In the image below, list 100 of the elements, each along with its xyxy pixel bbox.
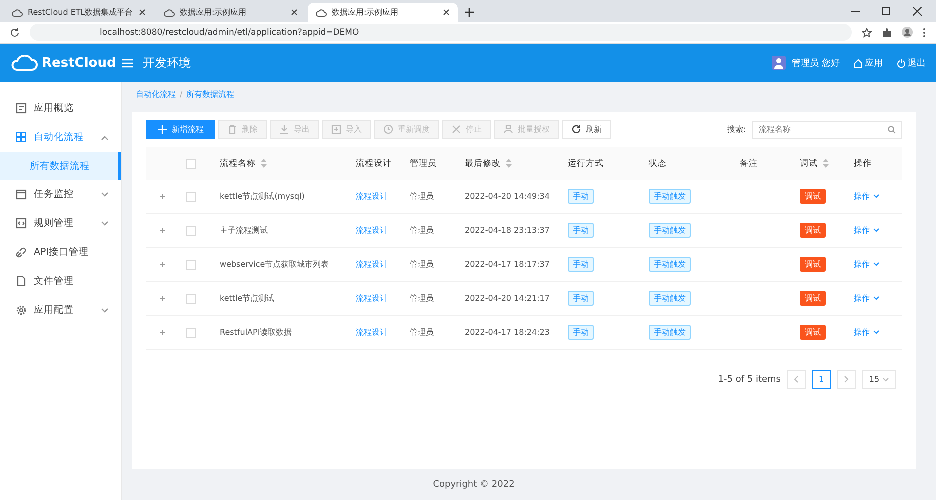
- sidebar-item[interactable]: 规则管理: [0, 209, 121, 238]
- close-icon[interactable]: [291, 9, 298, 16]
- star-icon[interactable]: [862, 28, 872, 38]
- sidebar-item[interactable]: 应用概览: [0, 94, 121, 123]
- breadcrumb-link[interactable]: 自动化流程: [136, 88, 176, 100]
- toolbar-button[interactable]: 刷新: [562, 120, 611, 139]
- design-link[interactable]: 流程设计: [356, 327, 388, 338]
- table-cell: 主子流程测试: [220, 225, 268, 236]
- design-link[interactable]: 流程设计: [356, 293, 388, 304]
- logo-text: RestCloud: [42, 56, 116, 70]
- action-dropdown[interactable]: 操作: [854, 225, 880, 236]
- run-mode-tag: 手动: [568, 291, 594, 306]
- file-icon: [16, 276, 27, 287]
- sort-icon[interactable]: [261, 159, 267, 168]
- action-dropdown[interactable]: 操作: [854, 191, 880, 202]
- page-button[interactable]: 1: [812, 370, 831, 389]
- trash-icon: [227, 124, 238, 135]
- table-cell: 管理员: [410, 293, 434, 304]
- cloud-logo-icon: [10, 55, 38, 71]
- column-header: 状态: [649, 147, 740, 180]
- header-link[interactable]: 退出: [897, 56, 926, 70]
- search-field[interactable]: 流程名称: [752, 120, 902, 138]
- close-icon[interactable]: [139, 9, 146, 16]
- action-dropdown[interactable]: 操作: [854, 259, 880, 270]
- sidebar-item[interactable]: API接口管理: [0, 238, 121, 267]
- caret-icon: [873, 194, 880, 199]
- address-bar[interactable]: localhost:8080/restcloud/admin/etl/application?appid=DEMO: [30, 24, 852, 41]
- breadcrumb-link[interactable]: 所有数据流程: [186, 88, 235, 100]
- debug-button[interactable]: 调试: [800, 257, 826, 272]
- table-cell: 管理员: [410, 327, 434, 338]
- header-link[interactable]: 应用: [854, 56, 883, 70]
- next-page-button[interactable]: [837, 370, 856, 389]
- power-icon: [897, 58, 906, 68]
- browser-tab[interactable]: 数据应用:示例应用: [308, 3, 458, 22]
- caret-icon: [101, 134, 109, 140]
- design-link[interactable]: 流程设计: [356, 191, 388, 202]
- debug-button[interactable]: 调试: [800, 325, 826, 340]
- expand-icon[interactable]: [160, 262, 165, 267]
- expand-icon[interactable]: [160, 228, 165, 233]
- sidebar-subitem[interactable]: 所有数据流程: [0, 152, 121, 180]
- column-header: 最后修改: [465, 147, 568, 180]
- sidebar-item[interactable]: 文件管理: [0, 267, 121, 296]
- run-mode-tag: 手动: [568, 189, 594, 204]
- clock-icon: [383, 124, 394, 135]
- table-cell: 管理员: [410, 191, 434, 202]
- cloud-icon: [164, 8, 175, 16]
- browser-tab[interactable]: 数据应用:示例应用: [156, 3, 306, 22]
- download-icon: [279, 124, 290, 135]
- column-header: 备注: [740, 147, 800, 180]
- menu-icon[interactable]: [923, 28, 926, 38]
- design-link[interactable]: 流程设计: [356, 259, 388, 270]
- link-icon: [16, 247, 27, 258]
- cloud-icon: [316, 8, 327, 16]
- checkbox[interactable]: [186, 328, 196, 338]
- reload-icon[interactable]: [10, 28, 20, 38]
- avatar-icon: [772, 56, 786, 70]
- cloud-icon: [12, 8, 23, 16]
- maximize-icon[interactable]: [882, 7, 891, 16]
- status-tag: 手动触发: [649, 325, 691, 340]
- sidebar-item[interactable]: 任务监控: [0, 180, 121, 209]
- action-dropdown[interactable]: 操作: [854, 293, 880, 304]
- plus-icon[interactable]: [464, 8, 474, 17]
- expand-icon[interactable]: [160, 330, 165, 335]
- sort-icon[interactable]: [506, 159, 512, 168]
- code-icon: [16, 218, 27, 229]
- chevron-left-icon: [794, 376, 799, 383]
- checkbox[interactable]: [186, 294, 196, 304]
- page-size-select[interactable]: 15: [862, 370, 896, 389]
- run-mode-tag: 手动: [568, 325, 594, 340]
- design-link[interactable]: 流程设计: [356, 225, 388, 236]
- close-icon[interactable]: [913, 7, 922, 16]
- debug-button[interactable]: 调试: [800, 223, 826, 238]
- table-cell: 管理员: [410, 259, 434, 270]
- debug-button[interactable]: 调试: [800, 189, 826, 204]
- toolbar-button[interactable]: 新增流程: [146, 120, 215, 139]
- column-header: 运行方式: [568, 147, 649, 180]
- close-icon[interactable]: [443, 9, 450, 16]
- checkbox[interactable]: [186, 226, 196, 236]
- menu-icon[interactable]: [122, 58, 133, 68]
- status-tag: 手动触发: [649, 257, 691, 272]
- avatar-icon[interactable]: [902, 27, 913, 38]
- table-cell: 2022-04-20 14:49:34: [465, 192, 550, 201]
- caret-icon: [882, 378, 889, 382]
- previous-page-button[interactable]: [787, 370, 806, 389]
- expand-icon[interactable]: [160, 194, 165, 199]
- checkbox[interactable]: [186, 158, 196, 168]
- browser-tab[interactable]: RestCloud ETL数据集成平台: [4, 3, 154, 22]
- sidebar-item[interactable]: 应用配置: [0, 296, 121, 325]
- checkbox[interactable]: [186, 260, 196, 270]
- sort-icon[interactable]: [823, 159, 829, 168]
- table-cell: 2022-04-17 18:17:37: [465, 260, 550, 269]
- status-tag: 手动触发: [649, 189, 691, 204]
- sidebar-item[interactable]: 自动化流程: [0, 123, 121, 152]
- action-dropdown[interactable]: 操作: [854, 327, 880, 338]
- close-icon: [451, 124, 462, 135]
- table-cell: webservice节点获取城市列表: [220, 259, 330, 270]
- checkbox[interactable]: [186, 192, 196, 202]
- caret-icon: [873, 228, 880, 233]
- debug-button[interactable]: 调试: [800, 291, 826, 306]
- expand-icon[interactable]: [160, 296, 165, 301]
